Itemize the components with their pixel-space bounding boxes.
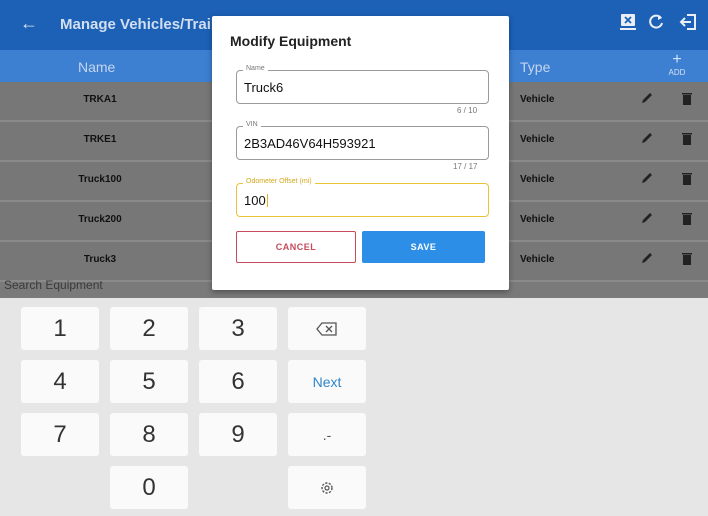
delete-icon[interactable] — [682, 172, 692, 185]
gear-icon — [321, 481, 333, 494]
backspace-key[interactable] — [288, 307, 366, 350]
backspace-icon — [316, 321, 337, 336]
key-6[interactable]: 6 — [199, 360, 277, 403]
punctuation-key[interactable]: .- — [288, 413, 366, 456]
key-3[interactable]: 3 — [199, 307, 277, 350]
add-button[interactable]: + ADD — [664, 52, 690, 78]
vin-field-label: VIN — [243, 121, 261, 128]
name-field[interactable]: Name Truck6 — [236, 65, 489, 104]
add-label: ADD — [668, 68, 686, 77]
column-header-name: Name — [78, 59, 116, 75]
equipment-name: Truck100 — [78, 174, 122, 185]
delete-icon[interactable] — [682, 212, 692, 225]
dialog-title: Modify Equipment — [230, 33, 352, 49]
key-4[interactable]: 4 — [21, 360, 99, 403]
name-field-value: Truck6 — [244, 80, 284, 95]
key-0[interactable]: 0 — [110, 466, 188, 509]
key-5[interactable]: 5 — [110, 360, 188, 403]
equipment-type: Vehicle — [520, 174, 555, 185]
edit-icon[interactable] — [640, 171, 654, 185]
cancel-button[interactable]: CANCEL — [236, 231, 356, 263]
equipment-remove-icon[interactable] — [617, 12, 639, 34]
odometer-offset-label: Odometer Offset (mi) — [243, 178, 315, 185]
delete-icon[interactable] — [682, 132, 692, 145]
odometer-offset-value: 100 — [244, 193, 266, 208]
plus-icon: + — [672, 51, 682, 68]
edit-icon[interactable] — [640, 211, 654, 225]
delete-icon[interactable] — [682, 92, 692, 105]
key-7[interactable]: 7 — [21, 413, 99, 456]
vin-field-value: 2B3AD46V64H593921 — [244, 136, 376, 151]
numeric-keyboard: 1 2 3 4 5 6 Next 7 8 9 .- 0 — [0, 298, 708, 516]
equipment-name: Truck3 — [83, 254, 117, 265]
edit-icon[interactable] — [640, 131, 654, 145]
back-arrow-icon[interactable]: ← — [20, 13, 38, 34]
delete-icon[interactable] — [682, 252, 692, 265]
key-1[interactable]: 1 — [21, 307, 99, 350]
text-cursor — [266, 194, 268, 207]
page-title: Manage Vehicles/Trailer — [60, 16, 230, 33]
save-button[interactable]: SAVE — [362, 231, 485, 263]
equipment-name: TRKA1 — [83, 94, 117, 105]
keyboard-settings-key[interactable] — [288, 466, 366, 509]
key-9[interactable]: 9 — [199, 413, 277, 456]
edit-icon[interactable] — [640, 91, 654, 105]
name-field-label: Name — [243, 65, 268, 72]
logout-icon[interactable] — [678, 12, 700, 34]
edit-icon[interactable] — [640, 251, 654, 265]
vin-char-counter: 17 / 17 — [453, 162, 478, 171]
equipment-type: Vehicle — [520, 134, 555, 145]
odometer-offset-field[interactable]: Odometer Offset (mi) 100 — [236, 178, 489, 217]
equipment-name: Truck200 — [78, 214, 122, 225]
key-8[interactable]: 8 — [110, 413, 188, 456]
name-char-counter: 6 / 10 — [457, 106, 478, 115]
equipment-type: Vehicle — [520, 94, 555, 105]
equipment-type: Vehicle — [520, 254, 555, 265]
equipment-type: Vehicle — [520, 214, 555, 225]
next-key[interactable]: Next — [288, 360, 366, 403]
odometer-offset-value-wrap: 100 — [244, 193, 268, 208]
modify-equipment-dialog: Modify Equipment Name Truck6 6 / 10 VIN … — [212, 16, 509, 290]
column-header-type: Type — [520, 59, 551, 75]
key-2[interactable]: 2 — [110, 307, 188, 350]
search-equipment-input[interactable]: Search Equipment — [4, 278, 103, 292]
refresh-icon[interactable] — [645, 12, 667, 34]
equipment-name: TRKE1 — [83, 134, 117, 145]
vin-field[interactable]: VIN 2B3AD46V64H593921 — [236, 121, 489, 160]
